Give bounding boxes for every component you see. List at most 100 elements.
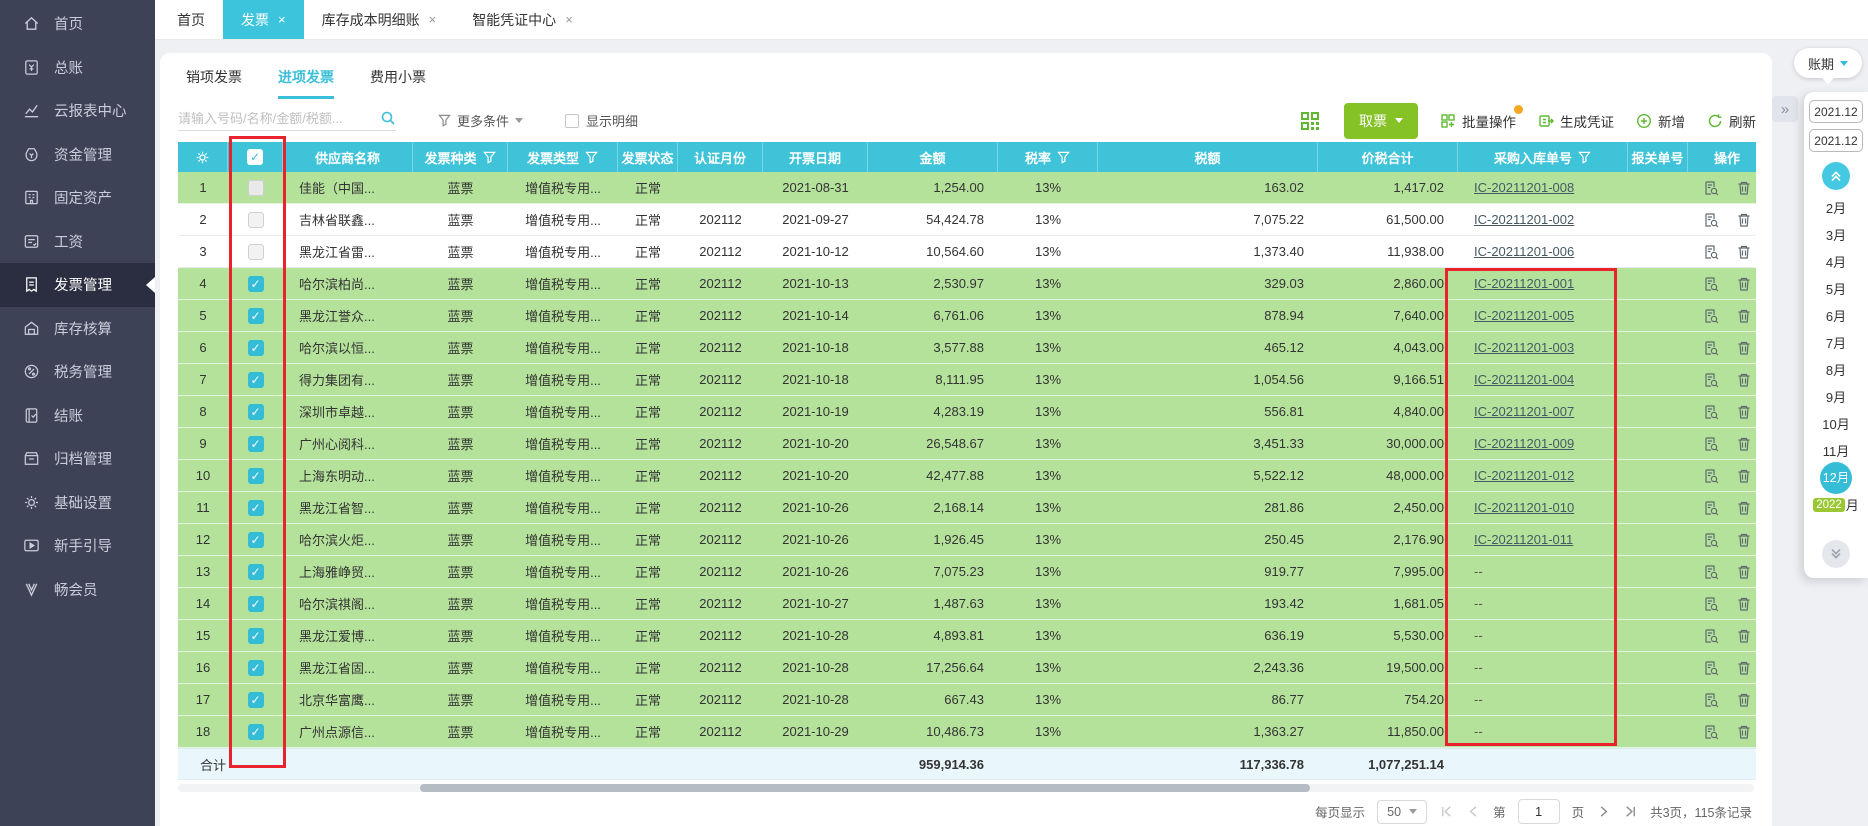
row-checkbox[interactable] (248, 564, 264, 580)
page-number-input[interactable] (1518, 799, 1560, 824)
view-doc-icon[interactable] (1703, 692, 1719, 708)
last-page-button[interactable] (1623, 804, 1638, 819)
purchase-order-link[interactable]: IC-20211201-010 (1474, 500, 1574, 515)
trash-icon[interactable] (1736, 212, 1752, 228)
sidebar-item[interactable]: 发票管理 (0, 263, 155, 307)
col-purchase-order[interactable]: 采购入库单号 (1458, 142, 1628, 172)
get-invoice-button[interactable]: 取票 (1344, 103, 1418, 139)
trash-icon[interactable] (1736, 532, 1752, 548)
sidebar-item[interactable]: 总账 (0, 46, 155, 90)
generate-voucher-button[interactable]: 生成凭证 (1538, 111, 1614, 131)
purchase-order-link[interactable]: -- (1474, 596, 1483, 611)
table-row[interactable]: 2 吉林省联鑫... 蓝票 增值税专用... 正常 202112 2021-09… (178, 204, 1756, 236)
col-tax-rate[interactable]: 税率 (998, 142, 1098, 172)
col-invoice-kind[interactable]: 发票种类 (413, 142, 508, 172)
horizontal-scrollbar-thumb[interactable] (420, 784, 1310, 792)
sidebar-item[interactable]: 固定资产 (0, 176, 155, 220)
row-checkbox[interactable] (248, 404, 264, 420)
row-checkbox[interactable] (248, 500, 264, 516)
view-doc-icon[interactable] (1703, 532, 1719, 548)
purchase-order-link[interactable]: -- (1474, 564, 1483, 579)
purchase-order-link[interactable]: IC-20211201-001 (1474, 276, 1574, 291)
row-checkbox[interactable] (248, 660, 264, 676)
table-row[interactable]: 15 黑龙江爱博... 蓝票 增值税专用... 正常 202112 2021-1… (178, 620, 1756, 652)
view-doc-icon[interactable] (1703, 468, 1719, 484)
col-invoice-date[interactable]: 开票日期 (763, 142, 868, 172)
select-all-checkbox[interactable] (247, 149, 263, 165)
funnel-icon[interactable] (1578, 151, 1591, 164)
funnel-icon[interactable] (1057, 151, 1070, 164)
view-doc-icon[interactable] (1703, 212, 1719, 228)
trash-icon[interactable] (1736, 244, 1752, 260)
view-doc-icon[interactable] (1703, 244, 1719, 260)
sidebar-item[interactable]: 云报表中心 (0, 89, 155, 133)
purchase-order-link[interactable]: IC-20211201-005 (1474, 308, 1574, 323)
col-supplier[interactable]: 供应商名称 (283, 142, 413, 172)
trash-icon[interactable] (1736, 660, 1752, 676)
sidebar-item[interactable]: 税务管理 (0, 350, 155, 394)
purchase-order-link[interactable]: IC-20211201-004 (1474, 372, 1574, 387)
sidebar-item[interactable]: 新手引导 (0, 524, 155, 568)
close-icon[interactable]: × (565, 12, 573, 27)
trash-icon[interactable] (1736, 340, 1752, 356)
row-checkbox[interactable] (248, 308, 264, 324)
table-row[interactable]: 10 上海东明动... 蓝票 增值税专用... 正常 202112 2021-1… (178, 460, 1756, 492)
row-checkbox[interactable] (248, 180, 264, 196)
trash-icon[interactable] (1736, 596, 1752, 612)
trash-icon[interactable] (1736, 372, 1752, 388)
month-item[interactable]: 12月 (1804, 464, 1868, 491)
sidebar-item[interactable]: 基础设置 (0, 481, 155, 525)
row-checkbox[interactable] (248, 436, 264, 452)
column-settings-cell[interactable] (178, 142, 228, 172)
refresh-button[interactable]: 刷新 (1707, 111, 1756, 131)
row-checkbox[interactable] (248, 692, 264, 708)
sidebar-item[interactable]: 工资 (0, 220, 155, 264)
view-doc-icon[interactable] (1703, 308, 1719, 324)
table-row[interactable]: 13 上海雅峥贸... 蓝票 增值税专用... 正常 202112 2021-1… (178, 556, 1756, 588)
row-checkbox[interactable] (248, 372, 264, 388)
view-doc-icon[interactable] (1703, 628, 1719, 644)
table-row[interactable]: 18 广州点源信... 蓝票 增值税专用... 正常 202112 2021-1… (178, 716, 1756, 748)
sidebar-item[interactable]: 库存核算 (0, 307, 155, 351)
row-checkbox[interactable] (248, 532, 264, 548)
col-cert-month[interactable]: 认证月份 (678, 142, 763, 172)
month-item[interactable]: 6月 (1804, 302, 1868, 329)
sidebar-item[interactable]: 资金管理 (0, 133, 155, 177)
chevron-double-up-icon[interactable] (1822, 162, 1850, 190)
row-checkbox[interactable] (248, 340, 264, 356)
view-doc-icon[interactable] (1703, 180, 1719, 196)
prev-page-button[interactable] (1466, 804, 1481, 819)
first-page-button[interactable] (1439, 804, 1454, 819)
period-end-input[interactable] (1809, 129, 1863, 152)
show-detail-checkbox[interactable] (565, 114, 579, 128)
col-tax[interactable]: 税额 (1098, 142, 1318, 172)
window-tab[interactable]: 发票 × (223, 0, 304, 39)
trash-icon[interactable] (1736, 404, 1752, 420)
view-doc-icon[interactable] (1703, 404, 1719, 420)
month-item[interactable]: 8月 (1804, 356, 1868, 383)
view-doc-icon[interactable] (1703, 436, 1719, 452)
trash-icon[interactable] (1736, 628, 1752, 644)
view-doc-icon[interactable] (1703, 660, 1719, 676)
search-icon[interactable] (380, 110, 396, 126)
col-declaration[interactable]: 报关单号 (1628, 142, 1688, 172)
month-item[interactable]: 2月 (1804, 194, 1868, 221)
table-row[interactable]: 9 广州心阅科... 蓝票 增值税专用... 正常 202112 2021-10… (178, 428, 1756, 460)
view-doc-icon[interactable] (1703, 276, 1719, 292)
view-doc-icon[interactable] (1703, 596, 1719, 612)
purchase-order-link[interactable]: IC-20211201-007 (1474, 404, 1574, 419)
chevron-double-down-icon[interactable] (1822, 540, 1850, 568)
period-start-input[interactable] (1809, 100, 1863, 123)
window-tab[interactable]: 库存成本明细账 × (304, 0, 455, 39)
table-row[interactable]: 12 哈尔滨火炬... 蓝票 增值税专用... 正常 202112 2021-1… (178, 524, 1756, 556)
table-row[interactable]: 16 黑龙江省固... 蓝票 增值税专用... 正常 202112 2021-1… (178, 652, 1756, 684)
row-checkbox[interactable] (248, 244, 264, 260)
col-total[interactable]: 价税合计 (1318, 142, 1458, 172)
month-item[interactable]: 5月 (1804, 275, 1868, 302)
trash-icon[interactable] (1736, 692, 1752, 708)
row-checkbox[interactable] (248, 596, 264, 612)
sidebar-item[interactable]: 归档管理 (0, 437, 155, 481)
funnel-icon[interactable] (483, 151, 496, 164)
sidebar-item[interactable]: 首页 (0, 2, 155, 46)
row-checkbox[interactable] (248, 724, 264, 740)
